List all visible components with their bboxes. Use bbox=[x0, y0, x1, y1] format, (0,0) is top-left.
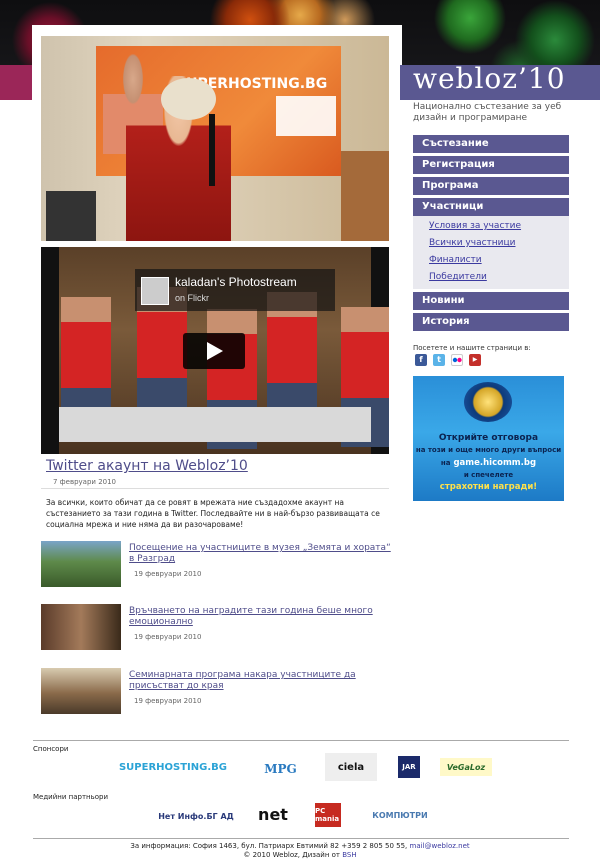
nav-item-news[interactable]: Новини bbox=[413, 292, 569, 310]
ad-logo-icon bbox=[464, 382, 512, 422]
social-label: Посетете и нашите страници в: bbox=[413, 344, 531, 352]
footer-copyright-line: © 2010 Webloz, Дизайн от BSH bbox=[0, 851, 600, 859]
facebook-icon[interactable]: f bbox=[415, 354, 427, 366]
ad-line-3: на game.hicomm.bg bbox=[413, 458, 564, 468]
post-thumbnail[interactable] bbox=[41, 604, 121, 650]
photo-door bbox=[341, 151, 389, 241]
ad-line-4: и спечелете bbox=[463, 471, 514, 479]
nav-item-registration[interactable]: Регистрация bbox=[413, 156, 569, 174]
media-logo[interactable]: PC mania bbox=[315, 803, 341, 827]
post-body: За всички, които обичат да се ровят в мр… bbox=[46, 498, 380, 529]
divider bbox=[33, 838, 569, 839]
sponsor-logo[interactable]: MPG bbox=[253, 757, 308, 781]
nav-item-program[interactable]: Програма bbox=[413, 177, 569, 195]
sponsor-logo[interactable]: VeGaLoz bbox=[440, 758, 492, 776]
list-item: Връчването на наградите тази година беше… bbox=[41, 604, 391, 650]
nav-item-history[interactable]: История bbox=[413, 313, 569, 331]
twitter-icon[interactable]: t bbox=[433, 354, 445, 366]
post-date: 7 февруари 2010 bbox=[53, 478, 117, 486]
post-date: 19 февруари 2010 bbox=[134, 697, 202, 705]
header-accent bbox=[0, 65, 32, 100]
video-title[interactable]: kaladan's Photostream bbox=[175, 275, 297, 289]
list-item: Семинарната програма накара участниците … bbox=[41, 668, 391, 714]
photo-banner-text-block bbox=[276, 96, 336, 136]
video-table bbox=[59, 407, 371, 442]
footer-designer-link[interactable]: BSH bbox=[342, 851, 356, 859]
video-avatar bbox=[141, 277, 169, 305]
subnav-item-conditions[interactable]: Условия за участие bbox=[413, 218, 569, 235]
ad-line-1: Открийте отговора bbox=[438, 433, 539, 443]
photo-speaker-hair bbox=[161, 78, 216, 120]
sponsors-label: Спонсори bbox=[33, 745, 69, 753]
ad-line-3-prefix: на bbox=[440, 459, 451, 467]
ad-site[interactable]: game.hicomm.bg bbox=[453, 458, 536, 468]
post-date: 19 февруари 2010 bbox=[134, 570, 202, 578]
divider bbox=[33, 740, 569, 741]
subnav-item-finalists[interactable]: Финалисти bbox=[413, 252, 569, 269]
footer-info: За информация: София 1463, бул. Патриарх… bbox=[130, 842, 408, 850]
post-link[interactable]: Семинарната програма накара участниците … bbox=[129, 670, 391, 692]
post-date: 19 февруари 2010 bbox=[134, 633, 202, 641]
youtube-icon[interactable]: ▶ bbox=[469, 354, 481, 366]
play-icon[interactable] bbox=[183, 333, 245, 369]
subnav-participants: Условия за участие Всички участници Фина… bbox=[413, 216, 569, 289]
footer-contact: За информация: София 1463, бул. Патриарх… bbox=[0, 842, 600, 850]
post-link[interactable]: Посещение на участниците в музея „Земята… bbox=[129, 543, 391, 565]
post-thumbnail[interactable] bbox=[41, 668, 121, 714]
featured-photo: SUPERHOSTING.BG bbox=[41, 36, 389, 241]
media-logo[interactable]: net bbox=[253, 802, 293, 826]
photo-laptop bbox=[46, 191, 96, 241]
nav-item-competition[interactable]: Състезание bbox=[413, 135, 569, 153]
post-title[interactable]: Twitter акаунт на Webloz’10 bbox=[46, 458, 248, 474]
sponsor-logo[interactable]: ciela bbox=[325, 753, 377, 781]
nav-item-participants[interactable]: Участници bbox=[413, 198, 569, 216]
flickr-icon[interactable] bbox=[451, 354, 463, 366]
post-thumbnail[interactable] bbox=[41, 541, 121, 587]
sidebar-nav: Състезание Регистрация Програма Участниц… bbox=[413, 135, 569, 334]
ad-line-5: страхотни награди! bbox=[439, 482, 538, 492]
video-title-overlay[interactable]: kaladan's Photostream on Flickr bbox=[135, 269, 335, 311]
footer-email-link[interactable]: mail@webloz.net bbox=[410, 842, 470, 850]
video-player[interactable]: kaladan's Photostream on Flickr bbox=[41, 247, 389, 454]
sponsor-logo[interactable]: JAR bbox=[398, 756, 420, 778]
media-logo[interactable]: Нет Инфо.БГ АД bbox=[158, 804, 234, 828]
video-subtitle: on Flickr bbox=[175, 293, 210, 303]
subnav-item-winners[interactable]: Победители bbox=[413, 269, 569, 286]
divider bbox=[41, 488, 389, 489]
media-logo[interactable]: КОМПЮТРИ bbox=[362, 806, 438, 824]
media-partners-label: Медийни партньори bbox=[33, 793, 109, 801]
subnav-item-all-participants[interactable]: Всички участници bbox=[413, 235, 569, 252]
ad-banner[interactable]: Открийте отговора на този и още много др… bbox=[413, 376, 564, 501]
site-logo[interactable]: webloz’10 bbox=[413, 62, 566, 95]
site-tagline: Национално състезание за уеб дизайн и пр… bbox=[413, 102, 562, 123]
post-link[interactable]: Връчването на наградите тази година беше… bbox=[129, 606, 391, 628]
footer-copyright: © 2010 Webloz, Дизайн от bbox=[243, 851, 340, 859]
social-links: f t ▶ bbox=[415, 354, 481, 366]
microphone-icon bbox=[209, 114, 215, 186]
sponsor-logo[interactable]: SUPERHOSTING.BG bbox=[113, 755, 233, 779]
ad-line-2: на този и още много други въпроси bbox=[415, 446, 562, 454]
list-item: Посещение на участниците в музея „Земята… bbox=[41, 541, 391, 587]
